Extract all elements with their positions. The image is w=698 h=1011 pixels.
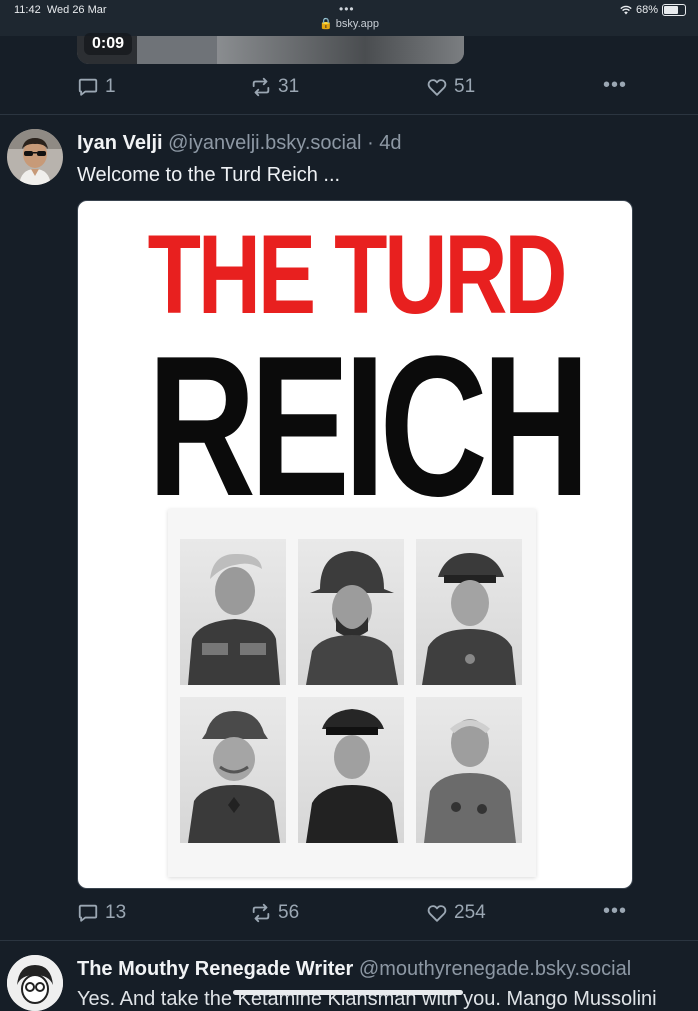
author-handle[interactable]: @mouthyrenegade.bsky.social — [359, 958, 631, 980]
reply-count: 1 — [105, 76, 116, 97]
like-count: 51 — [454, 76, 476, 97]
wifi-icon — [620, 5, 632, 15]
like-button[interactable]: 254 — [426, 902, 486, 924]
post-author: Iyan Velji @iyanvelji.bsky.social · 4d — [77, 132, 402, 155]
previous-post-actions: 1 31 51 ••• — [77, 75, 637, 100]
tab-menu-dots-icon[interactable]: ••• — [339, 2, 355, 16]
portrait-3 — [416, 539, 522, 685]
author-name[interactable]: The Mouthy Renegade Writer — [77, 958, 353, 980]
repost-button[interactable]: 56 — [250, 902, 299, 924]
portrait-5 — [298, 697, 404, 843]
post-actions: 13 56 254 ••• — [77, 901, 637, 926]
reply-button[interactable]: 1 — [77, 76, 116, 98]
status-time: 11:42 Wed 26 Mar — [14, 4, 107, 16]
avatar[interactable] — [7, 129, 63, 185]
portrait-grid — [168, 509, 536, 877]
status-bar: 11:42 Wed 26 Mar ••• 🔒 bsky.app 68% — [0, 0, 698, 36]
post-divider — [0, 114, 698, 115]
post-author: The Mouthy Renegade Writer @mouthyrenega… — [77, 958, 631, 981]
reply-icon — [78, 904, 98, 922]
author-handle[interactable]: @iyanvelji.bsky.social — [168, 132, 361, 154]
video-duration: 0:09 — [84, 33, 133, 55]
like-count: 254 — [454, 902, 486, 923]
repost-icon — [252, 77, 270, 97]
repost-count: 31 — [278, 76, 300, 97]
heart-icon — [427, 79, 447, 96]
avatar[interactable] — [7, 955, 63, 1011]
like-button[interactable]: 51 — [426, 76, 475, 98]
portrait-2 — [298, 539, 404, 685]
status-right: 68% — [620, 4, 686, 16]
repost-button[interactable]: 31 — [250, 76, 299, 98]
repost-icon — [252, 903, 270, 923]
reply-icon — [78, 78, 98, 96]
heart-icon — [427, 905, 447, 922]
more-options-icon[interactable]: ••• — [603, 901, 627, 921]
post-text: Welcome to the Turd Reich ... — [77, 164, 341, 186]
repost-count: 56 — [278, 902, 300, 923]
battery-icon — [662, 4, 686, 16]
author-name[interactable]: Iyan Velji — [77, 132, 163, 154]
post-divider — [0, 940, 698, 941]
post-time: · 4d — [367, 132, 402, 154]
image-title-line2: REICH — [147, 315, 591, 538]
reply-count: 13 — [105, 902, 127, 923]
portrait-6 — [416, 697, 522, 843]
previous-post-video[interactable] — [77, 36, 464, 64]
more-options-icon[interactable]: ••• — [603, 75, 627, 95]
battery-percent: 68% — [635, 4, 658, 16]
address-bar[interactable]: 🔒 bsky.app — [0, 17, 698, 30]
portrait-4 — [180, 697, 286, 843]
post-image[interactable]: THE TURD REICH — [77, 200, 633, 889]
home-indicator[interactable] — [233, 990, 463, 995]
reply-button[interactable]: 13 — [77, 902, 126, 924]
portrait-1 — [180, 539, 286, 685]
